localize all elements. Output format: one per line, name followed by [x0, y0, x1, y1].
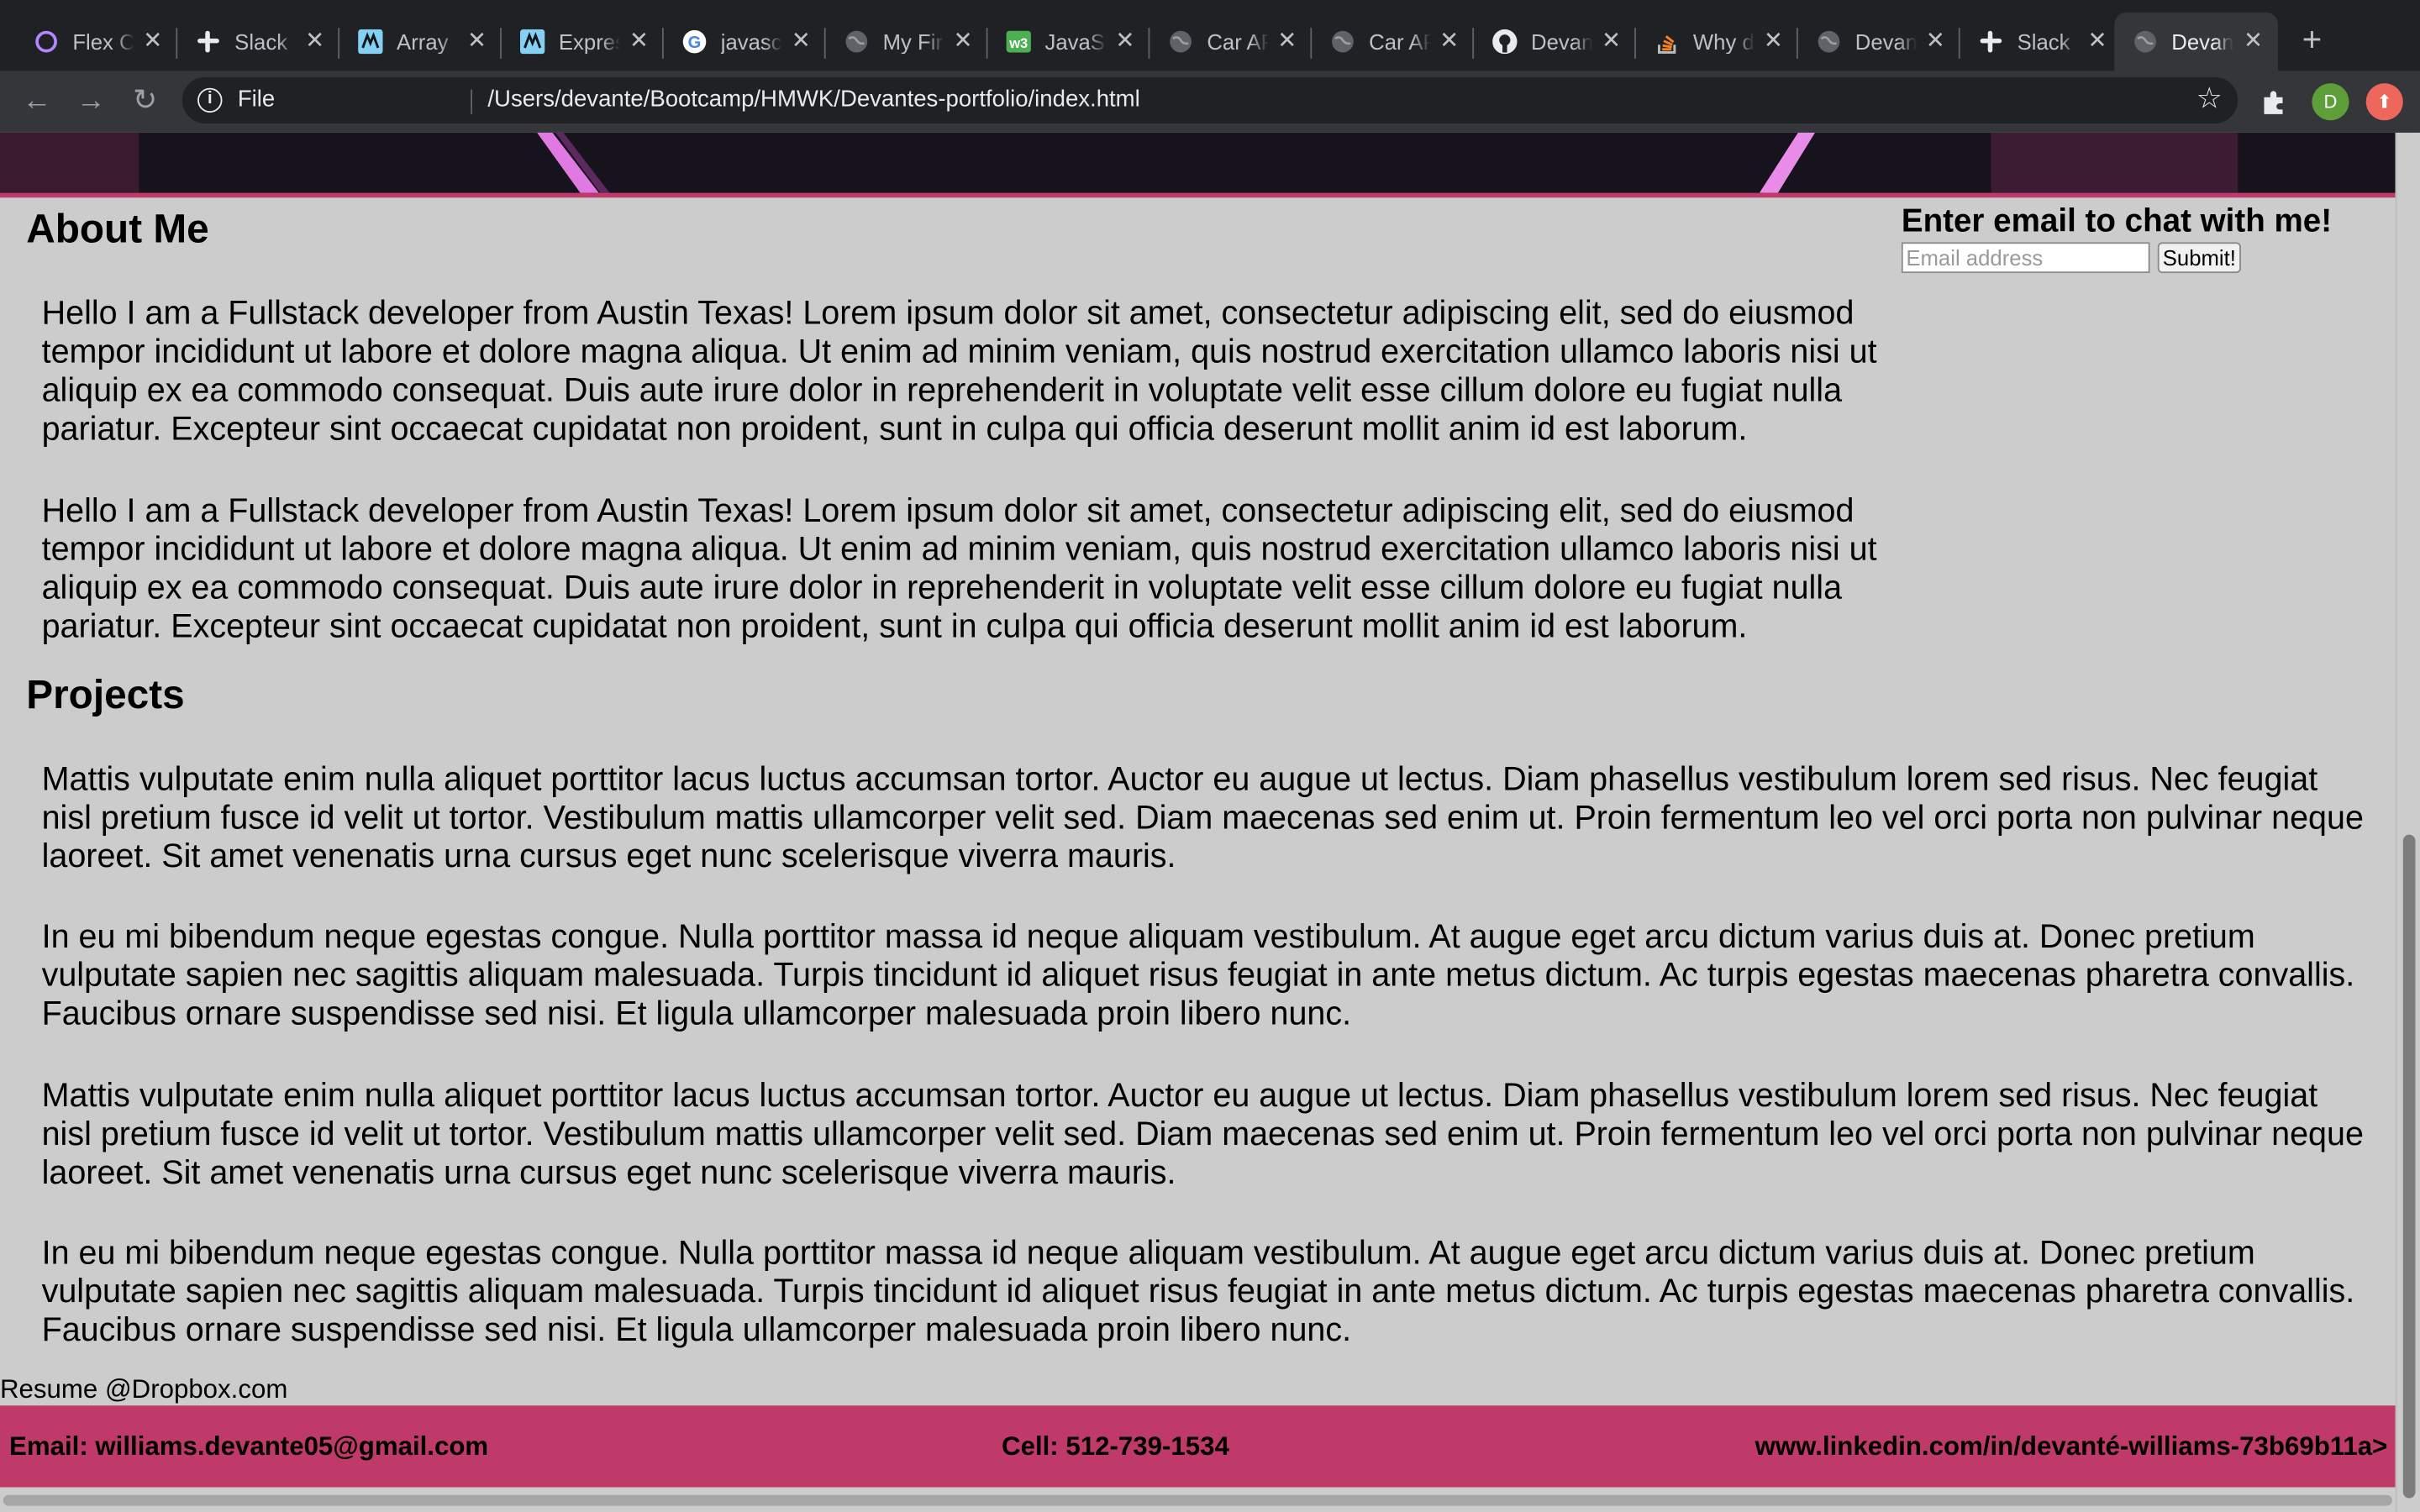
globe-icon [2133, 29, 2157, 54]
close-icon[interactable]: ✕ [789, 29, 813, 54]
info-icon[interactable]: i [197, 87, 223, 113]
about-paragraph: Hello I am a Fullstack developer from Au… [41, 294, 1877, 448]
tab-4[interactable]: G javascript ✕ [664, 13, 826, 71]
forward-icon[interactable]: → [71, 81, 111, 122]
about-paragraph: Hello I am a Fullstack developer from Au… [41, 491, 1877, 645]
chat-label: Enter email to chat with me! [1901, 203, 2333, 239]
resume-link[interactable]: Resume @Dropbox.com [0, 1375, 287, 1406]
google-icon: G [682, 29, 707, 54]
tab-title: Devante [2171, 29, 2233, 55]
horizontal-scrollbar-thumb[interactable] [3, 1494, 2392, 1506]
close-icon[interactable]: ✕ [1923, 29, 1948, 54]
hero-banner [0, 132, 2396, 198]
globe-icon [844, 29, 869, 54]
reload-icon[interactable]: ↻ [125, 81, 166, 122]
tab-title: JavaScript [1044, 29, 1106, 55]
tab-strip: Flex Cheatsheet ✕ Slack ✕ Array ✕ Expres… [0, 0, 2420, 71]
browser-window: Flex Cheatsheet ✕ Slack ✕ Array ✕ Expres… [0, 0, 2420, 1512]
neon-banner-image [0, 132, 2396, 193]
close-icon[interactable]: ✕ [1761, 29, 1786, 54]
project-paragraph: In eu mi bibendum neque egestas congue. … [41, 1234, 2355, 1349]
tab-12[interactable]: Slack ✕ [1960, 13, 2123, 71]
globe-icon [1330, 29, 1355, 54]
tab-5[interactable]: My First ✕ [826, 13, 988, 71]
tab-title: Devante [1531, 29, 1593, 55]
close-icon[interactable]: ✕ [1599, 29, 1623, 54]
tab-title: Slack [2017, 29, 2070, 55]
about-heading: About Me [26, 205, 209, 252]
tab-13-active[interactable]: Devante ✕ [2114, 12, 2279, 71]
svg-text:w3: w3 [1008, 35, 1028, 51]
project-paragraph: In eu mi bibendum neque egestas congue. … [41, 917, 2355, 1032]
tab-9[interactable]: Devante ✕ [1474, 13, 1636, 71]
tab-title: Express [558, 29, 620, 55]
project-paragraph: Mattis vulputate enim nulla aliquet port… [41, 1077, 2364, 1191]
mdn-icon [519, 29, 545, 55]
footer-linkedin[interactable]: www.linkedin.com/in/devanté-williams-73b… [1755, 1431, 2388, 1462]
close-icon[interactable]: ✕ [1275, 29, 1299, 54]
close-icon[interactable]: ✕ [2085, 29, 2109, 54]
footer-email[interactable]: Email: williams.devante05@gmail.com [9, 1431, 488, 1462]
w3schools-icon: w3 [1006, 29, 1031, 54]
vertical-scrollbar[interactable] [2395, 132, 2420, 1512]
close-icon[interactable]: ✕ [140, 29, 165, 54]
tab-6[interactable]: w3 JavaScript ✕ [988, 13, 1150, 71]
footer-cell: Cell: 512-739-1534 [1002, 1431, 1229, 1462]
tab-title: Flex Cheatsheet [72, 29, 134, 55]
close-icon[interactable]: ✕ [950, 29, 975, 54]
address-divider [471, 89, 473, 114]
close-icon[interactable]: ✕ [627, 29, 651, 54]
back-icon[interactable]: ← [17, 81, 57, 122]
tab-title: Slack [234, 29, 288, 55]
projects-heading: Projects [26, 670, 185, 718]
browser-toolbar: ← → ↻ i File /Users/devante/Bootcamp/HMW… [0, 71, 2420, 133]
tab-title: Devante [1854, 29, 1918, 55]
tab-title: Why do [1692, 29, 1754, 55]
close-icon[interactable]: ✕ [1437, 29, 1461, 54]
bookmark-star-icon[interactable]: ☆ [2196, 83, 2223, 117]
profile-avatar[interactable]: D [2312, 83, 2349, 121]
stackoverflow-icon [1655, 29, 1679, 54]
horizontal-scrollbar[interactable] [0, 1487, 2396, 1512]
close-icon[interactable]: ✕ [465, 29, 489, 54]
tab-title: Car API [1207, 29, 1268, 55]
globe-icon [1817, 29, 1841, 54]
tab-10[interactable]: Why do ✕ [1636, 13, 1798, 71]
project-paragraph: Mattis vulputate enim nulla aliquet port… [41, 760, 2364, 875]
extensions-puzzle-icon[interactable] [2258, 85, 2291, 118]
tab-title: Car API [1369, 29, 1430, 55]
tab-title: Array [397, 29, 449, 55]
address-bar[interactable]: i File /Users/devante/Bootcamp/HMWK/Deva… [182, 76, 2238, 123]
footer: Email: williams.devante05@gmail.com Cell… [0, 1405, 2396, 1488]
email-input[interactable] [1901, 242, 2150, 274]
submit-button[interactable]: Submit! [2157, 242, 2241, 274]
tab-0[interactable]: Flex Cheatsheet ✕ [15, 13, 178, 71]
slack-icon [196, 29, 220, 54]
globe-icon [1168, 29, 1192, 54]
circle-icon [34, 29, 58, 54]
vertical-scrollbar-thumb[interactable] [2402, 834, 2416, 1499]
tab-title: javascript [720, 29, 782, 55]
tab-3[interactable]: Express ✕ [502, 13, 664, 71]
mdn-icon [358, 29, 383, 55]
tab-1[interactable]: Slack ✕ [177, 13, 340, 71]
address-url[interactable]: /Users/devante/Bootcamp/HMWK/Devantes-po… [487, 87, 1139, 113]
tab-title: My First [882, 29, 944, 55]
close-icon[interactable]: ✕ [2241, 29, 2265, 54]
slack-icon [1979, 29, 2003, 54]
tab-11[interactable]: Devante ✕ [1798, 13, 1960, 71]
tab-8[interactable]: Car API ✕ [1312, 13, 1475, 71]
close-icon[interactable]: ✕ [1113, 29, 1137, 54]
page-viewport: About Me Hello I am a Fullstack develope… [0, 132, 2396, 1512]
tab-2[interactable]: Array ✕ [339, 13, 502, 71]
address-scheme: File [237, 86, 276, 113]
github-icon [1492, 29, 1518, 55]
update-icon[interactable]: ⬆ [2365, 83, 2403, 121]
tab-7[interactable]: Car API ✕ [1150, 13, 1313, 71]
new-tab-icon[interactable]: + [2295, 23, 2328, 57]
svg-text:G: G [688, 34, 702, 52]
close-icon[interactable]: ✕ [302, 29, 327, 54]
